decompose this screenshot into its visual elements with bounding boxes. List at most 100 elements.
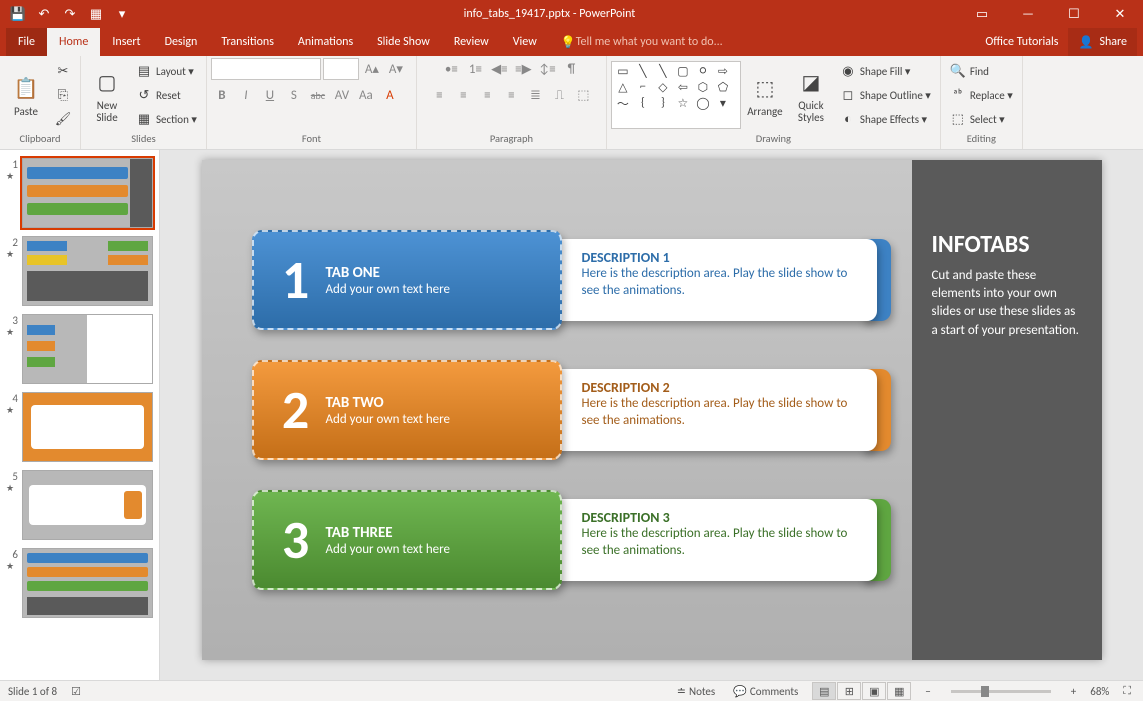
zoom-out-button[interactable]: − [921, 685, 934, 698]
thumbnail-5[interactable]: 5★ [0, 466, 159, 544]
align-left-button[interactable]: ≡ [428, 84, 450, 106]
start-from-beginning-button[interactable]: ▦ [84, 2, 108, 26]
close-button[interactable]: ✕ [1097, 0, 1143, 28]
zoom-in-button[interactable]: + [1067, 685, 1080, 698]
group-drawing-label: Drawing [611, 132, 936, 147]
bullets-button[interactable]: •≡ [440, 58, 462, 80]
fit-to-window-button[interactable]: ⛶ [1119, 684, 1135, 698]
slideshow-view-button[interactable]: ▦ [887, 682, 911, 700]
paste-button[interactable]: 📋Paste [4, 59, 48, 131]
shape-oval-icon: ○ [694, 64, 712, 78]
tab-transitions[interactable]: Transitions [209, 28, 286, 56]
align-center-button[interactable]: ≡ [452, 84, 474, 106]
arrange-button[interactable]: ⬚Arrange [743, 59, 787, 131]
cut-button[interactable]: ✂ [50, 60, 76, 82]
thumbnail-3[interactable]: 3★ [0, 310, 159, 388]
justify-button[interactable]: ≡ [500, 84, 522, 106]
reading-view-button[interactable]: ▣ [862, 682, 886, 700]
font-color-button[interactable]: A [379, 84, 401, 106]
change-case-button[interactable]: Aa [355, 84, 377, 106]
redo-button[interactable]: ↷ [58, 2, 82, 26]
shrink-font-button[interactable]: A▾ [385, 58, 407, 80]
infotab-3[interactable]: DESCRIPTION 3 Here is the description ar… [252, 490, 877, 590]
customize-qat-button[interactable]: ▾ [110, 2, 134, 26]
font-family-combo[interactable] [211, 58, 321, 80]
infotab-2[interactable]: DESCRIPTION 2 Here is the description ar… [252, 360, 877, 460]
layout-button[interactable]: ▤Layout ▾ [131, 60, 202, 82]
tab-view[interactable]: View [501, 28, 549, 56]
section-button[interactable]: ▦Section ▾ [131, 108, 202, 130]
infotab-1[interactable]: DESCRIPTION 1 Here is the description ar… [252, 230, 877, 330]
char-spacing-button[interactable]: AV [331, 84, 353, 106]
tab-review[interactable]: Review [442, 28, 501, 56]
bold-button[interactable]: B [211, 84, 233, 106]
slide-side-panel[interactable]: INFOTABS Cut and paste these elements in… [912, 160, 1102, 660]
align-text-button[interactable]: ⎍ [548, 84, 570, 106]
smartart-button[interactable]: ⬚ [572, 84, 594, 106]
quick-styles-button[interactable]: ◪Quick Styles [789, 59, 833, 131]
normal-view-button[interactable]: ▤ [812, 682, 836, 700]
reset-button[interactable]: ↺Reset [131, 84, 202, 106]
save-button[interactable]: 💾 [6, 2, 30, 26]
shape-outline-button[interactable]: ◻Shape Outline ▾ [835, 84, 936, 106]
italic-button[interactable]: I [235, 84, 257, 106]
sorter-view-button[interactable]: ⊞ [837, 682, 861, 700]
zoom-level-label[interactable]: 68% [1090, 685, 1109, 698]
increase-indent-button[interactable]: ≡▶ [512, 58, 534, 80]
new-slide-button[interactable]: ▢New Slide [85, 59, 129, 131]
zoom-slider[interactable] [951, 690, 1051, 693]
slide[interactable]: INFOTABS Cut and paste these elements in… [202, 160, 1102, 660]
thumbnail-4[interactable]: 4★ [0, 388, 159, 466]
undo-button[interactable]: ↶ [32, 2, 56, 26]
shapes-gallery[interactable]: ▭╲╲▢○⇨ △⌐◇⇦⬡⬠ 〜{}☆◯▾ [611, 61, 741, 129]
replace-button[interactable]: ᵃᵇReplace ▾ [945, 84, 1018, 106]
align-right-button[interactable]: ≡ [476, 84, 498, 106]
decrease-indent-button[interactable]: ◀≡ [488, 58, 510, 80]
tab-file[interactable]: File [6, 28, 47, 56]
text-direction-button[interactable]: ¶ [560, 58, 582, 80]
thumbnail-6[interactable]: 6★ [0, 544, 159, 622]
select-button[interactable]: ⬚Select ▾ [945, 108, 1018, 130]
group-editing-label: Editing [945, 132, 1018, 147]
arrange-label: Arrange [747, 106, 782, 118]
desc-body: Here is the description area. Play the s… [582, 396, 857, 430]
view-buttons: ▤ ⊞ ▣ ▦ [812, 682, 911, 700]
tab-insert[interactable]: Insert [100, 28, 152, 56]
ribbon: 📋Paste ✂ ⎘ 🖌 Clipboard ▢New Slide ▤Layou… [0, 56, 1143, 150]
copy-button[interactable]: ⎘ [50, 84, 76, 106]
numbering-button[interactable]: 1≡ [464, 58, 486, 80]
tab-subtitle: Add your own text here [326, 412, 450, 427]
shape-effects-button[interactable]: ◐Shape Effects ▾ [835, 108, 936, 130]
strikethrough-button[interactable]: abc [307, 84, 329, 106]
font-size-combo[interactable] [323, 58, 359, 80]
shape-line-icon: ╲ [634, 64, 652, 78]
thumbnail-2[interactable]: 2★ [0, 232, 159, 310]
line-spacing-button[interactable]: ↕≡ [536, 58, 558, 80]
comments-button[interactable]: 💬 Comments [729, 685, 802, 698]
office-tutorials-link[interactable]: Office Tutorials [975, 28, 1068, 56]
tab-slideshow[interactable]: Slide Show [365, 28, 442, 56]
shape-text-icon: ▭ [614, 64, 632, 78]
notes-button[interactable]: ≐ Notes [673, 685, 719, 698]
slide-canvas-area[interactable]: INFOTABS Cut and paste these elements in… [160, 150, 1143, 680]
slide-thumbnail-panel[interactable]: 1★ 2★ 3★ 4★ 5★ 6★ [0, 150, 160, 680]
share-button[interactable]: 👤Share [1068, 28, 1137, 56]
shape-arrow2-icon: ⇦ [674, 80, 692, 94]
tab-home[interactable]: Home [47, 28, 100, 56]
spell-check-button[interactable]: ☑ [67, 685, 85, 698]
underline-button[interactable]: U [259, 84, 281, 106]
minimize-button[interactable]: — [1005, 0, 1051, 28]
tellme-search[interactable]: 💡 Tell me what you want to do... [549, 28, 735, 56]
format-painter-button[interactable]: 🖌 [50, 108, 76, 130]
tab-design[interactable]: Design [153, 28, 210, 56]
columns-button[interactable]: ≣ [524, 84, 546, 106]
shape-fill-button[interactable]: ◉Shape Fill ▾ [835, 60, 936, 82]
maximize-button[interactable]: ☐ [1051, 0, 1097, 28]
thumbnail-1[interactable]: 1★ [0, 154, 159, 232]
ribbon-options-button[interactable]: ▭ [959, 0, 1005, 28]
replace-icon: ᵃᵇ [950, 87, 966, 103]
shadow-button[interactable]: S [283, 84, 305, 106]
tab-animations[interactable]: Animations [286, 28, 365, 56]
grow-font-button[interactable]: A▴ [361, 58, 383, 80]
find-button[interactable]: 🔍Find [945, 60, 1018, 82]
